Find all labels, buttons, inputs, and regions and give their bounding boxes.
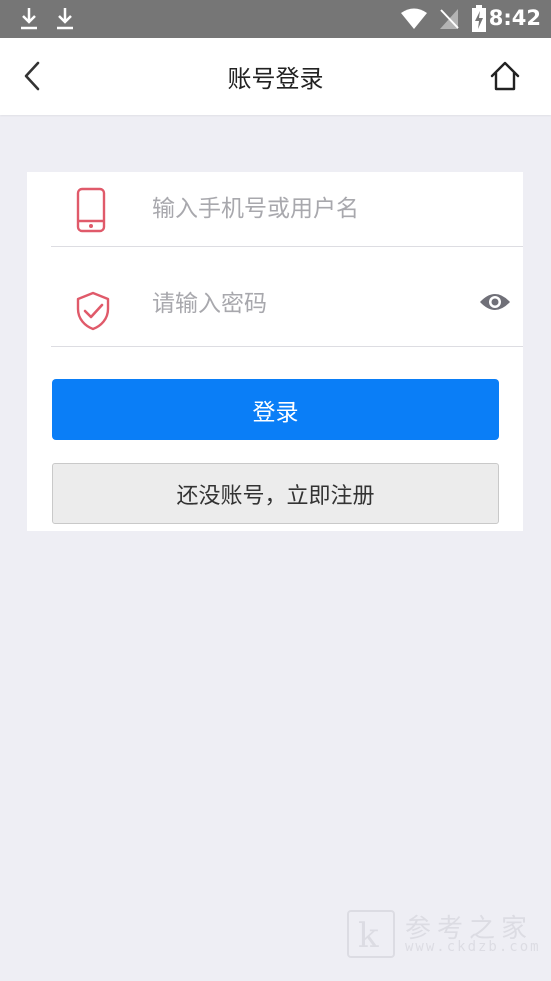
register-button[interactable]: 还没账号，立即注册: [52, 463, 499, 524]
watermark-url: www.ckdzb.com: [405, 939, 541, 955]
battery-charging-icon: [472, 5, 486, 32]
status-bar: 8:42: [0, 0, 551, 38]
password-input[interactable]: [152, 287, 462, 321]
login-form: 登录 还没账号，立即注册: [27, 172, 523, 531]
status-time: 8:42: [488, 6, 541, 30]
page-title: 账号登录: [227, 65, 324, 93]
password-row: [51, 247, 523, 347]
shield-check-icon: [76, 291, 110, 331]
watermark-logo: k: [347, 910, 395, 958]
username-input[interactable]: [152, 192, 462, 226]
watermark: k 参考之家 www.ckdzb.com: [347, 908, 547, 960]
eye-icon[interactable]: [479, 291, 511, 313]
phone-icon: [76, 187, 106, 233]
nav-bar: 账号登录: [0, 38, 551, 115]
home-icon[interactable]: [487, 58, 523, 94]
wifi-icon: [401, 8, 427, 29]
login-button[interactable]: 登录: [52, 379, 499, 440]
username-row: [51, 172, 523, 247]
download-icon: [21, 8, 37, 30]
signal-off-icon: [440, 9, 459, 29]
download-icon: [57, 8, 73, 30]
